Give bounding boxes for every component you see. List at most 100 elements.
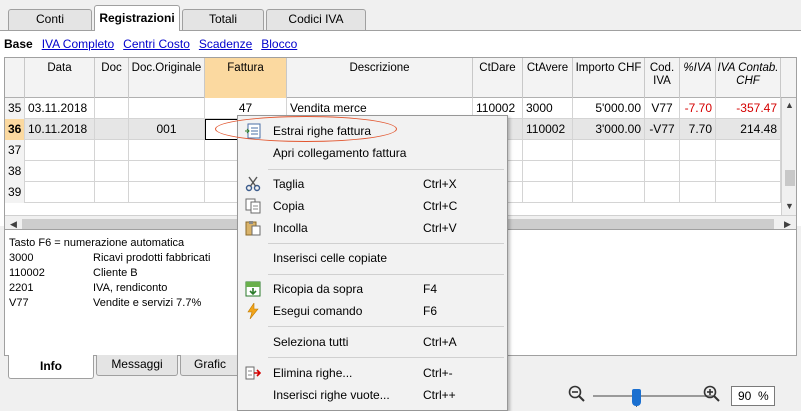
cell-doc[interactable] <box>95 161 129 182</box>
menu-label: Ricopia da sopra <box>273 282 364 296</box>
menu-label: Estrai righe fattura <box>273 124 372 138</box>
scroll-up-icon[interactable]: ▲ <box>783 99 796 112</box>
view-scadenze[interactable]: Scadenze <box>199 37 252 51</box>
cell-iva-contab[interactable] <box>716 161 781 182</box>
row-number[interactable]: 39 <box>5 182 25 203</box>
tab-codici-iva[interactable]: Codici IVA <box>266 9 366 30</box>
cell-perc-iva[interactable] <box>680 140 716 161</box>
cell-cod-iva[interactable]: V77 <box>645 98 680 119</box>
menu-item-incolla[interactable]: Incolla Ctrl+V <box>238 217 507 239</box>
cell-ctavere[interactable] <box>523 182 573 203</box>
view-iva-completo[interactable]: IVA Completo <box>42 37 114 51</box>
cell-ctavere[interactable]: 110002 <box>523 119 573 140</box>
cell-doc-originale[interactable]: 001 <box>129 119 205 140</box>
header-perc-iva[interactable]: %IVA <box>680 58 716 98</box>
cell-data[interactable] <box>25 161 95 182</box>
cell-doc[interactable] <box>95 182 129 203</box>
cell-doc[interactable] <box>95 98 129 119</box>
header-ctavere[interactable]: CtAvere <box>523 58 573 98</box>
header-cod-iva[interactable]: Cod. IVA <box>645 58 680 98</box>
row-number[interactable]: 36 <box>5 119 25 140</box>
header-ctdare[interactable]: CtDare <box>473 58 523 98</box>
cell-perc-iva[interactable] <box>680 182 716 203</box>
menu-item-copia[interactable]: Copia Ctrl+C <box>238 195 507 217</box>
cell-doc-originale[interactable] <box>129 182 205 203</box>
context-menu: Estrai righe fattura Apri collegamento f… <box>237 115 508 411</box>
view-centri-costo[interactable]: Centri Costo <box>123 37 190 51</box>
cell-cod-iva[interactable] <box>645 182 680 203</box>
menu-item-apri-collegamento[interactable]: Apri collegamento fattura <box>238 142 507 164</box>
main-tabbar: Conti Registrazioni Totali Codici IVA <box>0 0 801 31</box>
view-blocco[interactable]: Blocco <box>261 37 297 51</box>
cell-iva-contab[interactable]: 214.48 <box>716 119 781 140</box>
zoom-in-icon[interactable] <box>703 385 721 403</box>
cell-data[interactable] <box>25 182 95 203</box>
info-desc: Ricavi prodotti fabbricati <box>93 252 211 264</box>
cell-doc[interactable] <box>95 140 129 161</box>
cell-importo[interactable] <box>573 182 645 203</box>
cell-doc-originale[interactable] <box>129 98 205 119</box>
tab-grafici[interactable]: Grafic <box>180 355 240 376</box>
cell-ctavere[interactable]: 3000 <box>523 98 573 119</box>
cell-doc[interactable] <box>95 119 129 140</box>
cell-cod-iva[interactable] <box>645 140 680 161</box>
header-iva-contab[interactable]: IVA Contab. CHF <box>716 58 781 98</box>
cell-iva-contab[interactable] <box>716 140 781 161</box>
cell-data[interactable] <box>25 140 95 161</box>
menu-item-ricopia[interactable]: Ricopia da sopra F4 <box>238 278 507 300</box>
vertical-scroll-thumb[interactable] <box>785 170 795 186</box>
cell-ctavere[interactable] <box>523 140 573 161</box>
cell-perc-iva[interactable] <box>680 161 716 182</box>
cell-data[interactable]: 03.11.2018 <box>25 98 95 119</box>
header-doc-originale[interactable]: Doc.Originale <box>129 58 205 98</box>
header-descrizione[interactable]: Descrizione <box>287 58 473 98</box>
cell-doc-originale[interactable] <box>129 161 205 182</box>
cell-iva-contab[interactable]: -357.47 <box>716 98 781 119</box>
view-base[interactable]: Base <box>4 37 33 51</box>
tab-registrazioni[interactable]: Registrazioni <box>94 5 180 31</box>
tab-totali[interactable]: Totali <box>182 9 264 30</box>
row-number[interactable]: 37 <box>5 140 25 161</box>
zoom-level-input[interactable]: 90 % <box>731 386 775 406</box>
row-number[interactable]: 38 <box>5 161 25 182</box>
menu-item-taglia[interactable]: Taglia Ctrl+X <box>238 173 507 195</box>
menu-item-inserisci-celle[interactable]: Inserisci celle copiate <box>238 247 507 269</box>
vertical-scrollbar[interactable]: ▲ ▼ <box>781 98 796 215</box>
menu-item-estrai-righe[interactable]: Estrai righe fattura <box>238 120 507 142</box>
menu-item-inserisci-righe[interactable]: Inserisci righe vuote... Ctrl++ <box>238 384 507 406</box>
menu-item-elimina-righe[interactable]: Elimina righe... Ctrl+- <box>238 362 507 384</box>
cell-ctavere[interactable] <box>523 161 573 182</box>
header-doc[interactable]: Doc <box>95 58 129 98</box>
info-code: 2201 <box>9 282 34 294</box>
header-fattura[interactable]: Fattura <box>205 58 287 98</box>
cell-importo[interactable] <box>573 140 645 161</box>
tab-conti[interactable]: Conti <box>8 9 92 30</box>
menu-item-seleziona-tutti[interactable]: Seleziona tutti Ctrl+A <box>238 331 507 353</box>
header-cod-iva-l2: IVA <box>653 75 671 87</box>
row-number[interactable]: 35 <box>5 98 25 119</box>
info-code: 110002 <box>9 267 45 279</box>
zoom-out-icon[interactable] <box>568 385 586 403</box>
header-importo[interactable]: Importo CHF <box>573 58 645 98</box>
cell-iva-contab[interactable] <box>716 182 781 203</box>
cell-importo[interactable]: 3'000.00 <box>573 119 645 140</box>
cell-perc-iva[interactable]: -7.70 <box>680 98 716 119</box>
zoom-slider-track[interactable] <box>593 395 713 397</box>
menu-item-esegui-comando[interactable]: Esegui comando F6 <box>238 300 507 322</box>
copy-from-above-icon <box>245 281 261 297</box>
header-data[interactable]: Data <box>25 58 95 98</box>
zoom-slider-thumb[interactable] <box>632 389 641 406</box>
cell-cod-iva[interactable] <box>645 161 680 182</box>
tab-messaggi[interactable]: Messaggi <box>96 355 178 376</box>
cell-doc-originale[interactable] <box>129 140 205 161</box>
menu-shortcut: Ctrl+C <box>423 199 458 213</box>
cell-importo[interactable] <box>573 161 645 182</box>
scroll-down-icon[interactable]: ▼ <box>783 200 796 213</box>
cell-data[interactable]: 10.11.2018 <box>25 119 95 140</box>
cell-importo[interactable]: 5'000.00 <box>573 98 645 119</box>
menu-shortcut: Ctrl+V <box>423 221 457 235</box>
cell-cod-iva[interactable]: -V77 <box>645 119 680 140</box>
cell-perc-iva[interactable]: 7.70 <box>680 119 716 140</box>
tab-info[interactable]: Info <box>8 355 94 379</box>
menu-label: Esegui comando <box>273 304 363 318</box>
